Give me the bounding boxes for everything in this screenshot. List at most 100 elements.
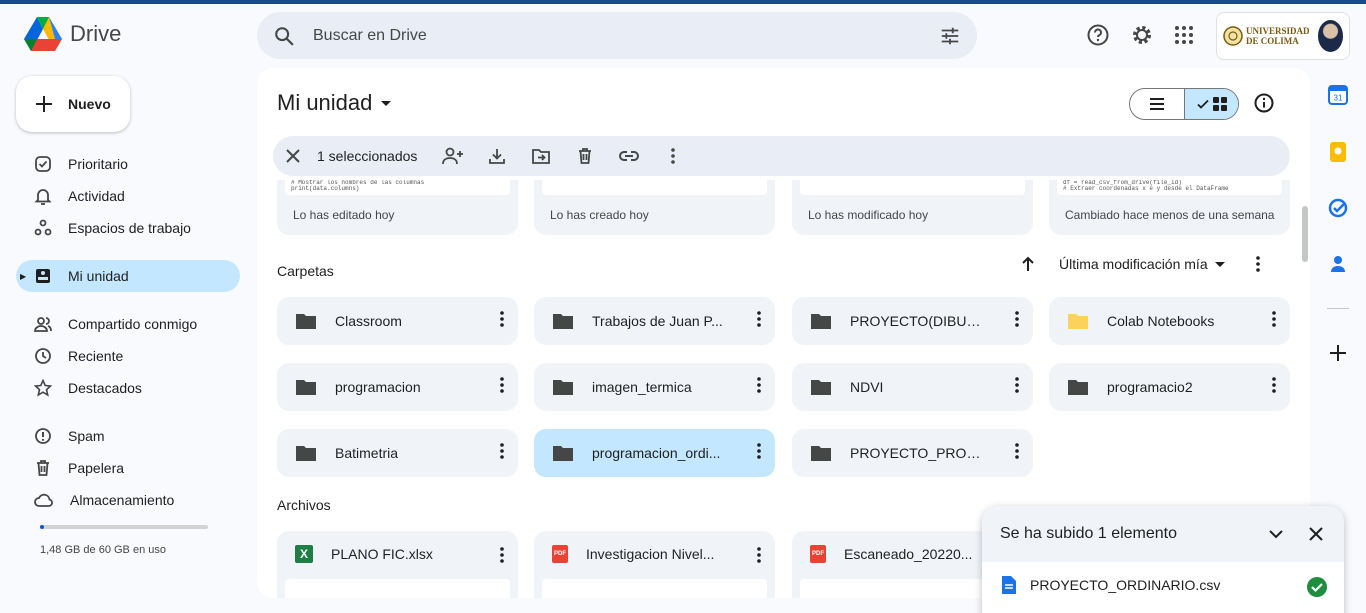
search-bar[interactable]: Buscar en Drive bbox=[257, 12, 977, 59]
sidebar-item-papelera[interactable]: Papelera bbox=[16, 452, 240, 484]
search-icon[interactable] bbox=[273, 25, 295, 47]
avatar[interactable] bbox=[1317, 20, 1343, 52]
recent-file-card[interactable]: Lo has creado hoy bbox=[534, 180, 775, 235]
help-icon[interactable] bbox=[1085, 22, 1111, 48]
more-vert-icon[interactable] bbox=[757, 311, 761, 332]
sidebar-item-actividad[interactable]: Actividad bbox=[16, 180, 240, 212]
sidebar-item-mi-unidad[interactable]: ▶ Mi unidad bbox=[16, 260, 240, 292]
grid-view-button[interactable] bbox=[1183, 89, 1238, 119]
folder-name: programacion_ordi... bbox=[592, 445, 721, 461]
share-icon[interactable] bbox=[431, 140, 475, 172]
more-vert-icon[interactable] bbox=[500, 443, 504, 464]
selection-toolbar: 1 seleccionados bbox=[273, 136, 1290, 176]
recent-file-card[interactable]: # Mostrar los nombres de las columnas pr… bbox=[277, 180, 518, 235]
folders-section-label: Carpetas bbox=[277, 263, 334, 279]
folder-item-selected[interactable]: programacion_ordi... bbox=[534, 429, 775, 477]
page-title[interactable]: Mi unidad bbox=[277, 90, 392, 116]
contacts-icon[interactable] bbox=[1327, 253, 1349, 275]
folder-item[interactable]: PROYECTO(DIBUJO) bbox=[792, 297, 1033, 345]
upload-toast: Se ha subido 1 elemento PROYECTO_ORDINAR… bbox=[982, 506, 1344, 613]
calendar-icon[interactable]: 31 bbox=[1327, 84, 1349, 106]
folder-icon bbox=[552, 378, 574, 396]
folder-name: programacion bbox=[335, 379, 421, 395]
keep-icon[interactable] bbox=[1327, 141, 1349, 163]
more-vert-icon[interactable] bbox=[1015, 377, 1019, 398]
folder-item[interactable]: programacio2 bbox=[1049, 363, 1290, 411]
more-vert-icon[interactable] bbox=[500, 311, 504, 332]
drive-logo[interactable]: Drive bbox=[24, 17, 121, 51]
folder-name: imagen_termica bbox=[592, 379, 692, 395]
list-view-button[interactable] bbox=[1130, 89, 1184, 119]
sort-label[interactable]: Última modificación mía bbox=[1059, 256, 1208, 272]
folder-item[interactable]: Trabajos de Juan P... bbox=[534, 297, 775, 345]
sidebar-item-almacenamiento[interactable]: Almacenamiento bbox=[16, 484, 240, 516]
expand-caret-icon[interactable]: ▶ bbox=[20, 272, 26, 281]
uploaded-file-item[interactable]: PROYECTO_ORDINARIO.csv bbox=[1002, 576, 1220, 594]
sidebar-item-destacados[interactable]: Destacados bbox=[16, 372, 240, 404]
more-vert-icon[interactable] bbox=[757, 443, 761, 464]
more-vert-icon[interactable] bbox=[1015, 443, 1019, 464]
new-button[interactable]: Nuevo bbox=[16, 76, 130, 132]
more-vert-icon[interactable] bbox=[651, 140, 695, 172]
storage-bar bbox=[40, 525, 208, 529]
more-vert-icon[interactable] bbox=[757, 377, 761, 398]
folder-name: PROYECTO(DIBUJO) bbox=[850, 313, 986, 329]
storage-text: 1,48 GB de 60 GB en uso bbox=[40, 544, 166, 556]
folder-item[interactable]: programacion bbox=[277, 363, 518, 411]
recent-file-card[interactable]: Lo has modificado hoy bbox=[792, 180, 1033, 235]
sort-control[interactable]: Última modificación mía bbox=[1021, 256, 1260, 272]
recent-file-card[interactable]: df = read_csv_from_drive(file_id) # Extr… bbox=[1049, 180, 1290, 235]
folder-item[interactable]: Classroom bbox=[277, 297, 518, 345]
folder-item[interactable]: imagen_termica bbox=[534, 363, 775, 411]
more-vert-icon[interactable] bbox=[757, 547, 761, 568]
sidebar-item-label: Almacenamiento bbox=[70, 492, 175, 508]
folder-item[interactable]: Colab Notebooks bbox=[1049, 297, 1290, 345]
selection-count: 1 seleccionados bbox=[317, 148, 418, 164]
university-name-line1: UNIVERSIDAD bbox=[1246, 26, 1310, 36]
clear-selection-icon[interactable] bbox=[285, 148, 301, 164]
university-name-line2: DE COLIMA bbox=[1246, 36, 1299, 46]
account-switcher[interactable]: UNIVERSIDAD DE COLIMA bbox=[1216, 12, 1350, 60]
more-vert-icon[interactable] bbox=[1015, 311, 1019, 332]
folder-item[interactable]: Batimetria bbox=[277, 429, 518, 477]
more-vert-icon[interactable] bbox=[500, 377, 504, 398]
file-meta: Lo has editado hoy bbox=[293, 208, 395, 222]
add-addon-icon[interactable] bbox=[1327, 342, 1349, 364]
apps-grid-icon[interactable] bbox=[1171, 22, 1197, 48]
folder-name: programacio2 bbox=[1107, 379, 1193, 395]
move-to-folder-icon[interactable] bbox=[519, 140, 563, 172]
search-input[interactable]: Buscar en Drive bbox=[313, 27, 939, 45]
more-vert-icon[interactable] bbox=[1255, 256, 1260, 272]
collapse-chevron-icon[interactable] bbox=[1268, 526, 1284, 542]
download-icon[interactable] bbox=[475, 140, 519, 172]
info-icon[interactable] bbox=[1253, 92, 1275, 119]
sidebar-item-reciente[interactable]: Reciente bbox=[16, 340, 240, 372]
sidebar-item-prioritario[interactable]: Prioritario bbox=[16, 148, 240, 180]
sidebar-item-compartido[interactable]: Compartido conmigo bbox=[16, 308, 240, 340]
file-card[interactable]: PDF Investigacion Nivel... bbox=[534, 531, 775, 598]
sort-direction-icon[interactable] bbox=[1021, 256, 1035, 272]
pdf-file-icon: PDF bbox=[552, 545, 568, 563]
new-button-label: Nuevo bbox=[68, 96, 111, 112]
tasks-icon[interactable] bbox=[1327, 197, 1349, 219]
more-vert-icon[interactable] bbox=[1272, 311, 1276, 332]
clock-icon bbox=[34, 347, 52, 365]
scrollbar[interactable] bbox=[1302, 206, 1308, 262]
more-vert-icon[interactable] bbox=[1272, 377, 1276, 398]
folder-icon bbox=[295, 444, 317, 462]
settings-icon[interactable] bbox=[1129, 22, 1155, 48]
sidebar-item-spam[interactable]: Spam bbox=[16, 420, 240, 452]
folder-item[interactable]: PROYECTO_PROG... bbox=[792, 429, 1033, 477]
trash-icon[interactable] bbox=[563, 140, 607, 172]
file-card[interactable]: X PLANO FIC.xlsx bbox=[277, 531, 518, 598]
sidebar-item-espacios[interactable]: Espacios de trabajo bbox=[16, 212, 240, 244]
view-toggle[interactable] bbox=[1129, 88, 1239, 120]
folder-item[interactable]: NDVI bbox=[792, 363, 1033, 411]
folder-name: Classroom bbox=[335, 313, 402, 329]
search-filter-icon[interactable] bbox=[939, 25, 961, 47]
file-preview: df = read_csv_from_drive(file_id) # Extr… bbox=[1057, 180, 1282, 195]
close-icon[interactable] bbox=[1308, 526, 1324, 542]
sidebar-item-label: Mi unidad bbox=[68, 268, 129, 284]
link-icon[interactable] bbox=[607, 140, 651, 172]
more-vert-icon[interactable] bbox=[500, 547, 504, 568]
